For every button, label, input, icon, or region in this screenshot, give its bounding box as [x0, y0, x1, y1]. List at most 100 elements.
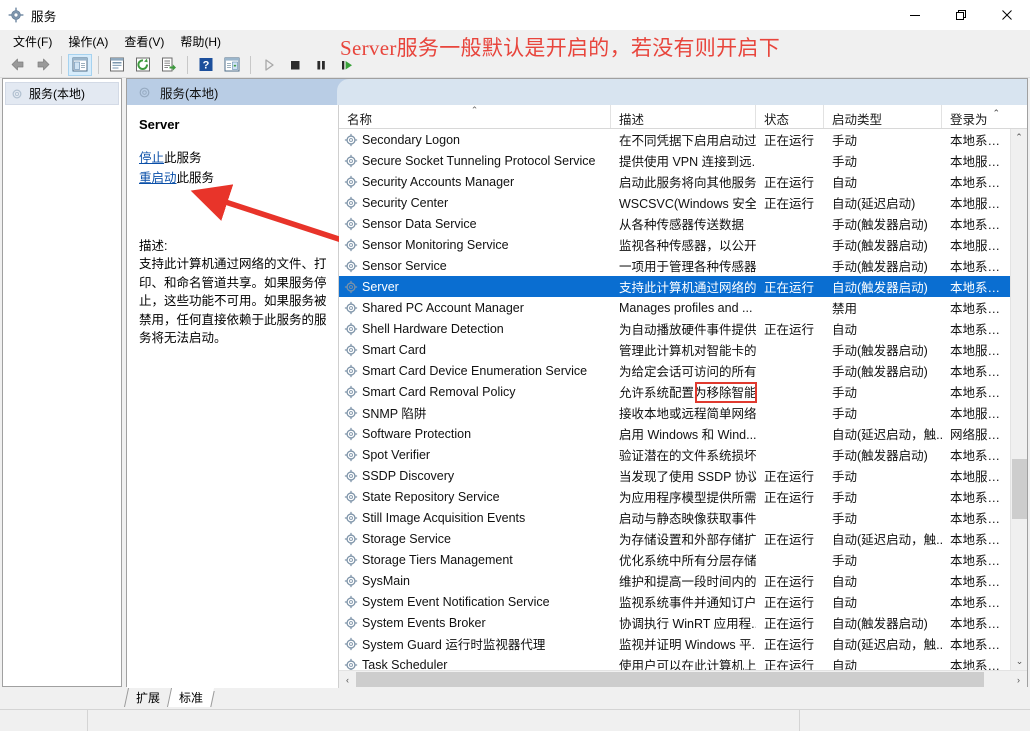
stop-service-icon[interactable]: [283, 54, 307, 76]
status-cell-2: [88, 710, 800, 731]
export-list-icon[interactable]: [157, 54, 181, 76]
table-row[interactable]: Security CenterWSCSVC(Windows 安全...正在运行自…: [339, 192, 1010, 213]
table-row[interactable]: System Event Notification Service监视系统事件并…: [339, 591, 1010, 612]
vertical-scrollbar[interactable]: ⌃ ⌄: [1010, 129, 1027, 670]
table-row[interactable]: System Events Broker协调执行 WinRT 应用程...正在运…: [339, 612, 1010, 633]
cell-description: 维护和提高一段时间内的...: [611, 571, 756, 590]
cell-description: 启动与静态映像获取事件...: [611, 508, 756, 527]
restart-service-icon[interactable]: [335, 54, 359, 76]
cell-startup-type: 手动(触发器启动): [824, 256, 942, 275]
table-row[interactable]: Smart Card管理此计算机对智能卡的...手动(触发器启动)本地服…: [339, 339, 1010, 360]
cell-description: 在不同凭据下启用启动过...: [611, 130, 756, 149]
forward-icon[interactable]: [31, 54, 55, 76]
gear-icon: [344, 385, 358, 399]
menu-view[interactable]: 查看(V): [116, 31, 172, 52]
gear-icon: [344, 280, 358, 294]
column-description[interactable]: 描述: [611, 105, 756, 128]
gear-icon: [344, 238, 358, 252]
table-row[interactable]: State Repository Service为应用程序模型提供所需...正在…: [339, 486, 1010, 507]
menu-bar: 文件(F) 操作(A) 查看(V) 帮助(H): [0, 30, 1030, 52]
show-action-pane-icon[interactable]: [220, 54, 244, 76]
gear-icon: [344, 574, 358, 588]
table-row[interactable]: Secure Socket Tunneling Protocol Service…: [339, 150, 1010, 171]
horizontal-scroll-thumb[interactable]: [356, 672, 984, 687]
gear-icon: [344, 532, 358, 546]
table-row[interactable]: Secondary Logon在不同凭据下启用启动过...正在运行手动本地系…: [339, 129, 1010, 150]
refresh-icon[interactable]: [131, 54, 155, 76]
table-row[interactable]: SSDP Discovery当发现了使用 SSDP 协议...正在运行手动本地服…: [339, 465, 1010, 486]
table-row[interactable]: Software Protection启用 Windows 和 Wind...自…: [339, 423, 1010, 444]
column-name[interactable]: 名称⌃: [339, 105, 611, 128]
close-button[interactable]: [984, 0, 1030, 30]
service-name-text: Sensor Monitoring Service: [362, 238, 509, 252]
menu-help[interactable]: 帮助(H): [172, 31, 229, 52]
table-row[interactable]: Spot Verifier验证潜在的文件系统损坏。手动(触发器启动)本地系…: [339, 444, 1010, 465]
table-row[interactable]: Shell Hardware Detection为自动播放硬件事件提供...正在…: [339, 318, 1010, 339]
cell-status: 正在运行: [756, 277, 824, 296]
header-scroll-up-icon: ⌃: [992, 108, 1000, 119]
horizontal-scroll-track[interactable]: [356, 671, 1010, 688]
table-row[interactable]: SNMP 陷阱接收本地或远程简单网络...手动本地服…: [339, 402, 1010, 423]
window-controls: [892, 0, 1030, 30]
maximize-button[interactable]: [938, 0, 984, 30]
table-row[interactable]: Smart Card Removal Policy允许系统配置为移除智能...手…: [339, 381, 1010, 402]
table-row[interactable]: Server支持此计算机通过网络的...正在运行自动(触发器启动)本地系…: [339, 276, 1010, 297]
tab-extended[interactable]: 扩展: [124, 688, 171, 707]
scroll-up-button[interactable]: ⌃: [1011, 129, 1027, 146]
cell-description: Manages profiles and ...: [611, 301, 756, 315]
scroll-left-button[interactable]: ‹: [339, 671, 356, 688]
table-row[interactable]: System Guard 运行时监视器代理监视并证明 Windows 平...正…: [339, 633, 1010, 654]
cell-name: Spot Verifier: [339, 448, 611, 462]
cell-log-on-as: 本地系…: [942, 592, 1002, 611]
table-row[interactable]: Still Image Acquisition Events启动与静态映像获取事…: [339, 507, 1010, 528]
cell-name: Shell Hardware Detection: [339, 322, 611, 336]
menu-action[interactable]: 操作(A): [60, 31, 116, 52]
restart-service-link[interactable]: 重启动: [139, 171, 177, 185]
cell-startup-type: 自动: [824, 172, 942, 191]
tree-node-services-local[interactable]: 服务(本地): [5, 82, 119, 105]
cell-name: Security Center: [339, 196, 611, 210]
cell-startup-type: 自动: [824, 655, 942, 670]
table-row[interactable]: Smart Card Device Enumeration Service为给定…: [339, 360, 1010, 381]
cell-status: 正在运行: [756, 319, 824, 338]
stop-service-link[interactable]: 停止: [139, 151, 164, 165]
cell-description: 为给定会话可访问的所有...: [611, 361, 756, 380]
table-row[interactable]: Sensor Data Service从各种传感器传送数据手动(触发器启动)本地…: [339, 213, 1010, 234]
table-row[interactable]: Storage Tiers Management优化系统中所有分层存储...手动…: [339, 549, 1010, 570]
table-row[interactable]: SysMain维护和提高一段时间内的...正在运行自动本地系…: [339, 570, 1010, 591]
help-icon[interactable]: ?: [194, 54, 218, 76]
horizontal-scrollbar[interactable]: ‹ ›: [339, 670, 1027, 688]
cell-description: 允许系统配置为移除智能...: [611, 382, 756, 401]
tab-standard[interactable]: 标准: [167, 688, 214, 707]
cell-log-on-as: 本地系…: [942, 214, 1002, 233]
vertical-scroll-thumb[interactable]: [1012, 459, 1027, 519]
table-row[interactable]: Sensor Service一项用于管理各种传感器...手动(触发器启动)本地系…: [339, 255, 1010, 276]
start-service-icon[interactable]: [257, 54, 281, 76]
table-row[interactable]: Task Scheduler使用户可以在此计算机上...正在运行自动本地系…: [339, 654, 1010, 670]
pause-service-icon[interactable]: [309, 54, 333, 76]
cell-description: 监视系统事件并通知订户...: [611, 592, 756, 611]
scroll-down-button[interactable]: ⌄: [1011, 653, 1027, 670]
show-hide-tree-icon[interactable]: [68, 54, 92, 76]
cell-log-on-as: 本地系…: [942, 172, 1002, 191]
properties-icon[interactable]: [105, 54, 129, 76]
sort-ascending-icon: ⌃: [471, 106, 479, 115]
column-startup-type[interactable]: 启动类型: [824, 105, 942, 128]
column-log-on-as[interactable]: 登录为⌃: [942, 105, 1002, 128]
cell-startup-type: 禁用: [824, 298, 942, 317]
cell-log-on-as: 本地服…: [942, 466, 1002, 485]
column-status[interactable]: 状态: [756, 105, 824, 128]
cell-startup-type: 自动(延迟启动，触...: [824, 634, 942, 653]
minimize-button[interactable]: [892, 0, 938, 30]
back-icon[interactable]: [5, 54, 29, 76]
restart-service-suffix: 此服务: [177, 171, 215, 185]
table-row[interactable]: Security Accounts Manager启动此服务将向其他服务...正…: [339, 171, 1010, 192]
scroll-right-button[interactable]: ›: [1010, 671, 1027, 688]
table-row[interactable]: Storage Service为存储设置和外部存储扩...正在运行自动(延迟启动…: [339, 528, 1010, 549]
service-name-text: System Events Broker: [362, 616, 486, 630]
table-row[interactable]: Shared PC Account ManagerManages profile…: [339, 297, 1010, 318]
cell-description: 从各种传感器传送数据: [611, 214, 756, 233]
menu-file[interactable]: 文件(F): [5, 31, 60, 52]
table-row[interactable]: Sensor Monitoring Service监视各种传感器，以公开...手…: [339, 234, 1010, 255]
toolbar-separator-2: [98, 56, 99, 74]
